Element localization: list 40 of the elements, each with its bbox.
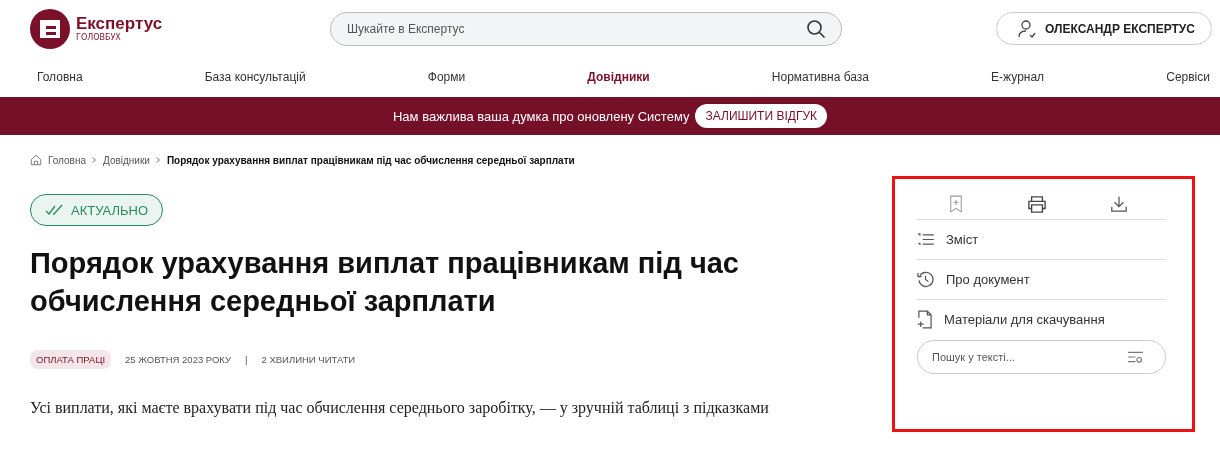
nav-link[interactable]: Довідники — [587, 70, 650, 84]
printer-icon[interactable] — [1026, 195, 1047, 213]
panel-menu-item[interactable]: Зміст — [917, 220, 1166, 260]
publish-date: 25 ЖОВТНЯ 2023 РОКУ — [125, 354, 232, 365]
article-title: Порядок урахування виплат працівникам під час обчислення середньої зарплати — [30, 246, 740, 319]
nav-link[interactable]: Нормативна база — [771, 70, 869, 84]
nav-link[interactable]: База консультацій — [204, 70, 306, 84]
category-tag[interactable]: ОПЛАТА ПРАЦІ — [30, 350, 112, 369]
logo-name: Експертус — [76, 15, 163, 32]
user-button[interactable]: ОЛЕКСАНДР ЕКСПЕРТУС — [996, 12, 1212, 45]
list-icon — [917, 233, 934, 246]
chevron-icon — [155, 156, 161, 164]
chevron-icon — [92, 156, 97, 164]
breadcrumb-link[interactable]: Довідники — [103, 154, 150, 166]
user-icon — [1017, 18, 1037, 39]
file-add-icon — [917, 310, 932, 329]
status-text: АКТУАЛЬНО — [71, 202, 149, 218]
nav-link[interactable]: Е-журнал — [991, 70, 1045, 84]
search-in-text-icon — [1127, 350, 1144, 364]
lead-paragraph: Усі виплати, які маєте врахувати під час обчислення середнього заробітку, — у зручній таблиці з підказками — [30, 399, 770, 417]
download-icon[interactable] — [1110, 195, 1128, 213]
logo-icon — [30, 8, 70, 49]
nav-link[interactable]: Форми — [427, 70, 466, 84]
breadcrumb-current: Порядок урахування виплат працівникам під час обчислення середньої зарплати — [166, 154, 575, 166]
read-time: 2 ХВИЛИНИ ЧИТАТИ — [261, 354, 356, 365]
panel-menu-item[interactable]: Матеріали для скачування — [917, 300, 1166, 339]
home-icon — [30, 154, 42, 166]
banner-text: Нам важлива ваша думка про оновлену Систему — [393, 108, 690, 124]
panel-menu-item[interactable]: Про документ — [917, 260, 1166, 300]
logo-subtitle: ГОЛОВБУХ — [76, 34, 121, 42]
history-icon — [917, 271, 934, 288]
search-field[interactable]: Шукайте в Експертус — [330, 11, 842, 46]
feedback-button[interactable]: ЗАЛИШИТИ ВІДГУК — [695, 104, 827, 128]
nav-link[interactable]: Сервіси — [1166, 70, 1210, 84]
double-check-icon — [45, 204, 65, 216]
search-icon — [806, 18, 826, 39]
breadcrumb-link[interactable]: Головна — [48, 154, 86, 166]
nav-link[interactable]: Головна — [37, 70, 83, 84]
text-search-field[interactable]: Пошук у тексті... — [917, 340, 1166, 374]
separator: | — [245, 354, 248, 365]
